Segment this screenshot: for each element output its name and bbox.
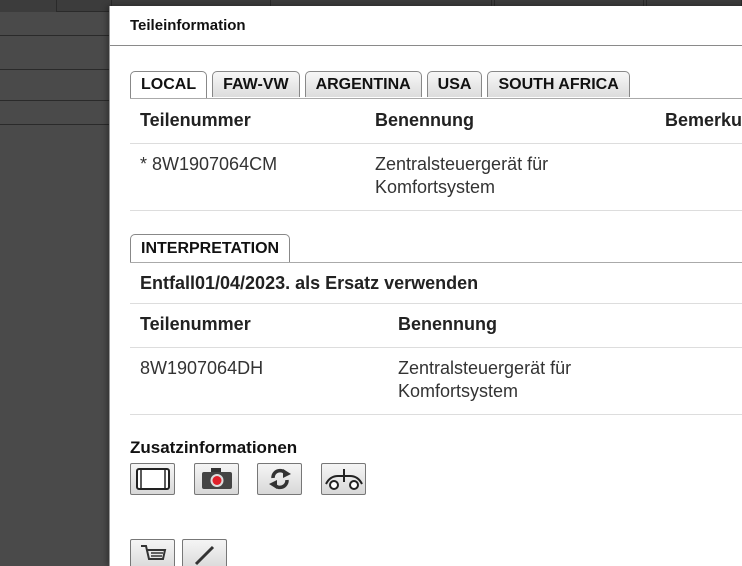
tabs-divider xyxy=(130,98,742,99)
tab-faw-vw[interactable]: FAW-VW xyxy=(212,71,300,97)
interpretation-note: Entfall01/04/2023. als Ersatz verwenden xyxy=(140,273,479,293)
column-header-name: Benennung xyxy=(398,314,497,334)
part-name-line2: Komfortsystem xyxy=(398,381,519,401)
frame-button[interactable] xyxy=(130,463,175,495)
background-cell xyxy=(56,0,112,12)
camera-button[interactable] xyxy=(194,463,239,495)
vehicle-icon xyxy=(324,469,363,490)
part-number-cell: 8W1907064DH xyxy=(140,358,264,378)
column-header-name: Benennung xyxy=(375,110,474,130)
part-name-line2: Komfortsystem xyxy=(375,177,496,197)
dialog-header: Teileinformation xyxy=(110,6,742,46)
column-header-part-number: Teilenummer xyxy=(140,110,251,130)
tab-local[interactable]: LOCAL xyxy=(130,71,208,98)
edit-button[interactable] xyxy=(182,539,227,566)
refresh-button[interactable] xyxy=(257,463,302,495)
background-divider xyxy=(0,35,110,36)
part-name-line1: Zentralsteuergerät für xyxy=(375,154,549,174)
dialog-title: Teileinformation xyxy=(130,17,246,34)
tab-argentina[interactable]: ARGENTINA xyxy=(304,71,422,97)
column-header-part-number: Teilenummer xyxy=(140,314,251,334)
region-tabs: LOCAL FAW-VW ARGENTINA USA SOUTH AFRICA xyxy=(130,71,630,98)
frame-icon xyxy=(135,468,170,490)
background-divider xyxy=(0,100,110,101)
camera-icon xyxy=(201,468,232,489)
cart-icon xyxy=(140,545,166,560)
additional-info-title: Zusatzinformationen xyxy=(130,438,298,457)
tab-usa[interactable]: USA xyxy=(426,71,483,97)
tab-south-africa[interactable]: SOUTH AFRICA xyxy=(487,71,630,97)
interpretation-divider xyxy=(130,262,742,263)
part-name-line1: Zentralsteuergerät für xyxy=(398,358,572,378)
part-info-dialog: Teileinformation LOCAL FAW-VW ARGENTINA … xyxy=(109,6,742,566)
column-header-remark: Bemerku xyxy=(665,110,742,130)
background-divider xyxy=(0,124,110,125)
tab-interpretation[interactable]: INTERPRETATION xyxy=(130,234,291,262)
cart-button[interactable] xyxy=(130,539,175,566)
pencil-icon xyxy=(194,545,214,566)
vehicle-button[interactable] xyxy=(321,463,366,495)
table-divider xyxy=(130,414,742,415)
table-divider xyxy=(130,210,742,211)
table-divider xyxy=(130,143,742,144)
table-divider xyxy=(130,303,742,304)
refresh-icon xyxy=(268,468,291,490)
part-number-cell: * 8W1907064CM xyxy=(140,154,278,174)
background-divider xyxy=(0,69,110,70)
table-divider xyxy=(130,347,742,348)
